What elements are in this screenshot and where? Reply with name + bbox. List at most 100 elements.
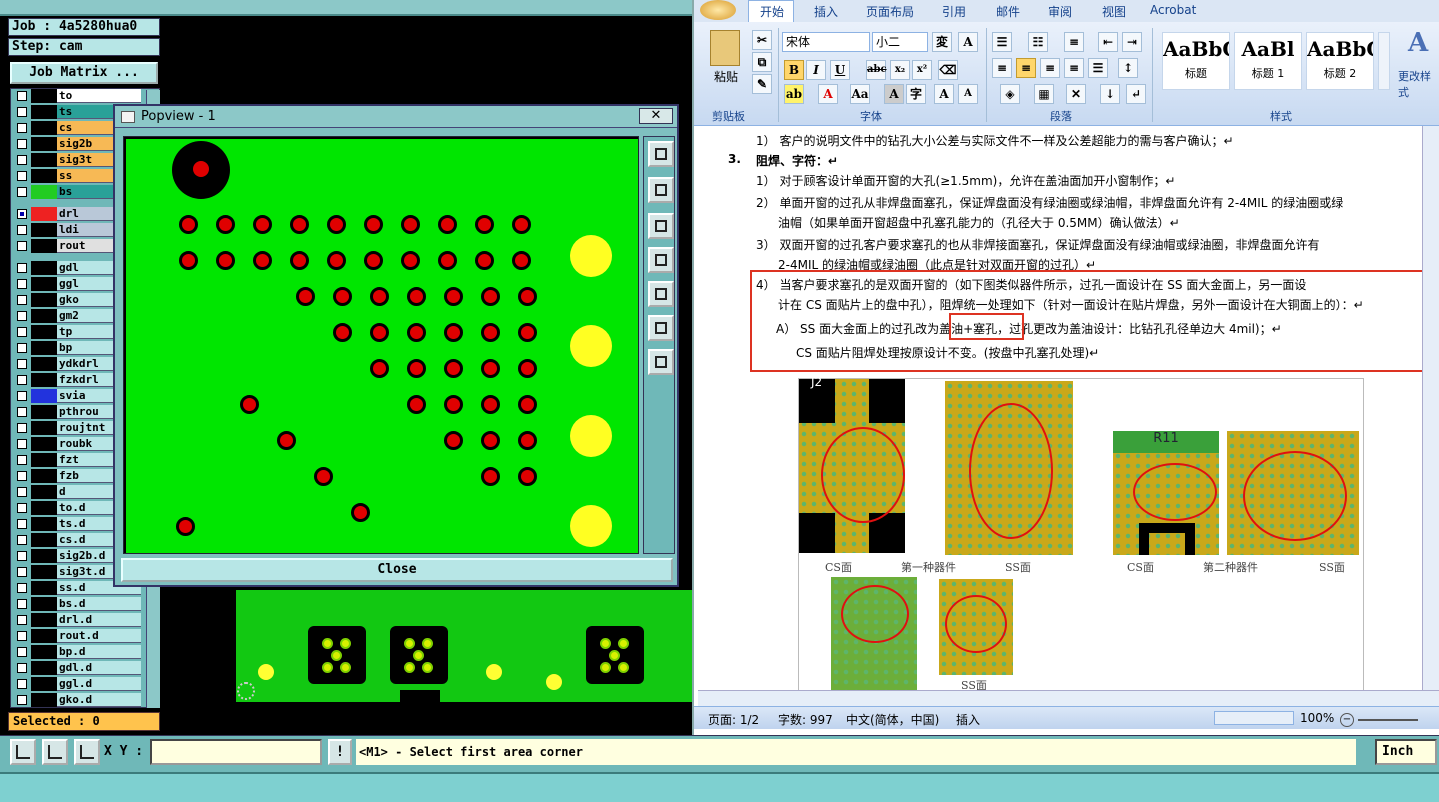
pcb-board-view[interactable]: [236, 590, 692, 702]
font-name-select[interactable]: 宋体: [782, 32, 870, 52]
layer-checkbox[interactable]: [17, 155, 27, 165]
decrease-indent-icon[interactable]: ⇤: [1098, 32, 1118, 52]
tab-review[interactable]: 审阅: [1048, 3, 1072, 20]
cut-icon[interactable]: ✂: [752, 30, 772, 50]
layer-row-bs-d[interactable]: bs.d: [11, 597, 143, 611]
layer-checkbox[interactable]: [17, 423, 27, 433]
layer-checkbox[interactable]: [17, 171, 27, 181]
layer-row-gdl-d[interactable]: gdl.d: [11, 661, 143, 675]
format-painter-icon[interactable]: ✎: [752, 74, 772, 94]
office-button-icon[interactable]: [700, 0, 736, 20]
numbering-icon[interactable]: ☷: [1028, 32, 1048, 52]
phonetic-guide-icon[interactable]: 変: [932, 32, 952, 52]
layer-checkbox[interactable]: [17, 647, 27, 657]
layer-checkbox[interactable]: [17, 107, 27, 117]
tab-home[interactable]: 开始: [760, 3, 784, 20]
layer-checkbox[interactable]: [17, 263, 27, 273]
device-figure[interactable]: J2 CS面 第一种器件 SS面 R11 CS面 第二种器件 SS面 SS面: [798, 375, 1364, 706]
tab-insert[interactable]: 插入: [814, 3, 838, 20]
italic-button[interactable]: I: [806, 60, 826, 80]
popview-canvas[interactable]: [123, 136, 639, 554]
layer-checkbox[interactable]: [17, 455, 27, 465]
layer-checkbox[interactable]: [17, 311, 27, 321]
exclamation-button[interactable]: !: [328, 739, 352, 765]
pan-right-button[interactable]: [648, 281, 674, 307]
layer-checkbox[interactable]: [17, 583, 27, 593]
zoom-out-icon[interactable]: −: [1340, 713, 1354, 727]
document-page[interactable]: 1） 客户的说明文件中的钻孔大小公差与实际文件不一样及公差超能力的需与客户确认；…: [694, 126, 1439, 706]
underline-button[interactable]: U: [830, 60, 850, 80]
layer-checkbox[interactable]: [17, 139, 27, 149]
tab-acrobat[interactable]: Acrobat: [1150, 3, 1196, 17]
layer-checkbox[interactable]: [17, 343, 27, 353]
layer-checkbox[interactable]: [17, 567, 27, 577]
measure-tool-icon[interactable]: [10, 739, 36, 765]
style-normal[interactable]: AaBbC 标题: [1162, 32, 1230, 90]
layer-checkbox[interactable]: [17, 487, 27, 497]
chinese-layout-icon[interactable]: ✕: [1066, 84, 1086, 104]
increase-indent-icon[interactable]: ⇥: [1122, 32, 1142, 52]
layer-checkbox[interactable]: [17, 375, 27, 385]
language[interactable]: 中文(简体，中国): [846, 711, 939, 728]
units-select[interactable]: Inch: [1375, 739, 1437, 765]
layer-checkbox[interactable]: [17, 471, 27, 481]
horizontal-scrollbar[interactable]: [698, 690, 1439, 706]
grow-font-icon[interactable]: A: [934, 84, 954, 104]
layer-checkbox[interactable]: [17, 551, 27, 561]
tab-view[interactable]: 视图: [1102, 3, 1126, 20]
word-count[interactable]: 字数: 997: [778, 711, 833, 728]
distributed-icon[interactable]: ☰: [1088, 58, 1108, 78]
sort-icon[interactable]: ↓: [1100, 84, 1120, 104]
layer-checkbox[interactable]: [17, 225, 27, 235]
pan-down-button[interactable]: [648, 213, 674, 239]
subscript-button[interactable]: x₂: [890, 60, 910, 80]
show-marks-icon[interactable]: ↵: [1126, 84, 1146, 104]
font-size-select[interactable]: 小二: [872, 32, 928, 52]
layer-checkbox[interactable]: [17, 359, 27, 369]
font-color-icon[interactable]: A: [818, 84, 838, 104]
superscript-button[interactable]: x²: [912, 60, 932, 80]
layer-row-gko-d[interactable]: gko.d: [11, 693, 143, 707]
layer-checkbox[interactable]: [17, 279, 27, 289]
insert-mode[interactable]: 插入: [956, 711, 980, 728]
align-left-icon[interactable]: ≡: [992, 58, 1012, 78]
layer-checkbox[interactable]: [17, 519, 27, 529]
char-shading-icon[interactable]: A: [884, 84, 904, 104]
layer-checkbox[interactable]: [17, 123, 27, 133]
align-center-icon[interactable]: ≡: [1016, 58, 1036, 78]
borders-icon[interactable]: ▦: [1034, 84, 1054, 104]
popview-title-bar[interactable]: Popview - 1 ✕: [115, 106, 677, 128]
shading-icon[interactable]: ◈: [1000, 84, 1020, 104]
zoom-level[interactable]: 100%: [1300, 711, 1334, 725]
pan-up-button[interactable]: [648, 177, 674, 203]
layer-row-to[interactable]: to: [11, 89, 143, 103]
xy-input[interactable]: [150, 739, 322, 765]
multilevel-list-icon[interactable]: ≡: [1064, 32, 1084, 52]
close-icon[interactable]: ✕: [639, 108, 673, 124]
zoom-in-button[interactable]: [648, 315, 674, 341]
layer-checkbox[interactable]: [17, 535, 27, 545]
change-styles-icon[interactable]: A: [1408, 28, 1428, 58]
layer-checkbox[interactable]: [17, 295, 27, 305]
layer-row-ggl-d[interactable]: ggl.d: [11, 677, 143, 691]
style-heading-2[interactable]: AaBbC 标题 2: [1306, 32, 1374, 90]
justify-icon[interactable]: ≡: [1064, 58, 1084, 78]
copy-icon[interactable]: ⧉: [752, 52, 772, 72]
tab-references[interactable]: 引用: [942, 3, 966, 20]
line-spacing-icon[interactable]: ↕: [1118, 58, 1138, 78]
change-case-icon[interactable]: Aa: [850, 84, 870, 104]
layer-checkbox[interactable]: [17, 439, 27, 449]
grid-tool-icon[interactable]: [74, 739, 100, 765]
layer-checkbox[interactable]: [17, 327, 27, 337]
layer-checkbox[interactable]: [17, 615, 27, 625]
zoom-fit-button[interactable]: [648, 141, 674, 167]
align-right-icon[interactable]: ≡: [1040, 58, 1060, 78]
layer-row-drl-d[interactable]: drl.d: [11, 613, 143, 627]
styles-scroll[interactable]: [1378, 32, 1390, 90]
layer-row-bp-d[interactable]: bp.d: [11, 645, 143, 659]
layer-checkbox[interactable]: [17, 679, 27, 689]
layer-checkbox[interactable]: [17, 407, 27, 417]
bold-button[interactable]: B: [784, 60, 804, 80]
style-heading-1[interactable]: AaBl 标题 1: [1234, 32, 1302, 90]
bullets-icon[interactable]: ☰: [992, 32, 1012, 52]
